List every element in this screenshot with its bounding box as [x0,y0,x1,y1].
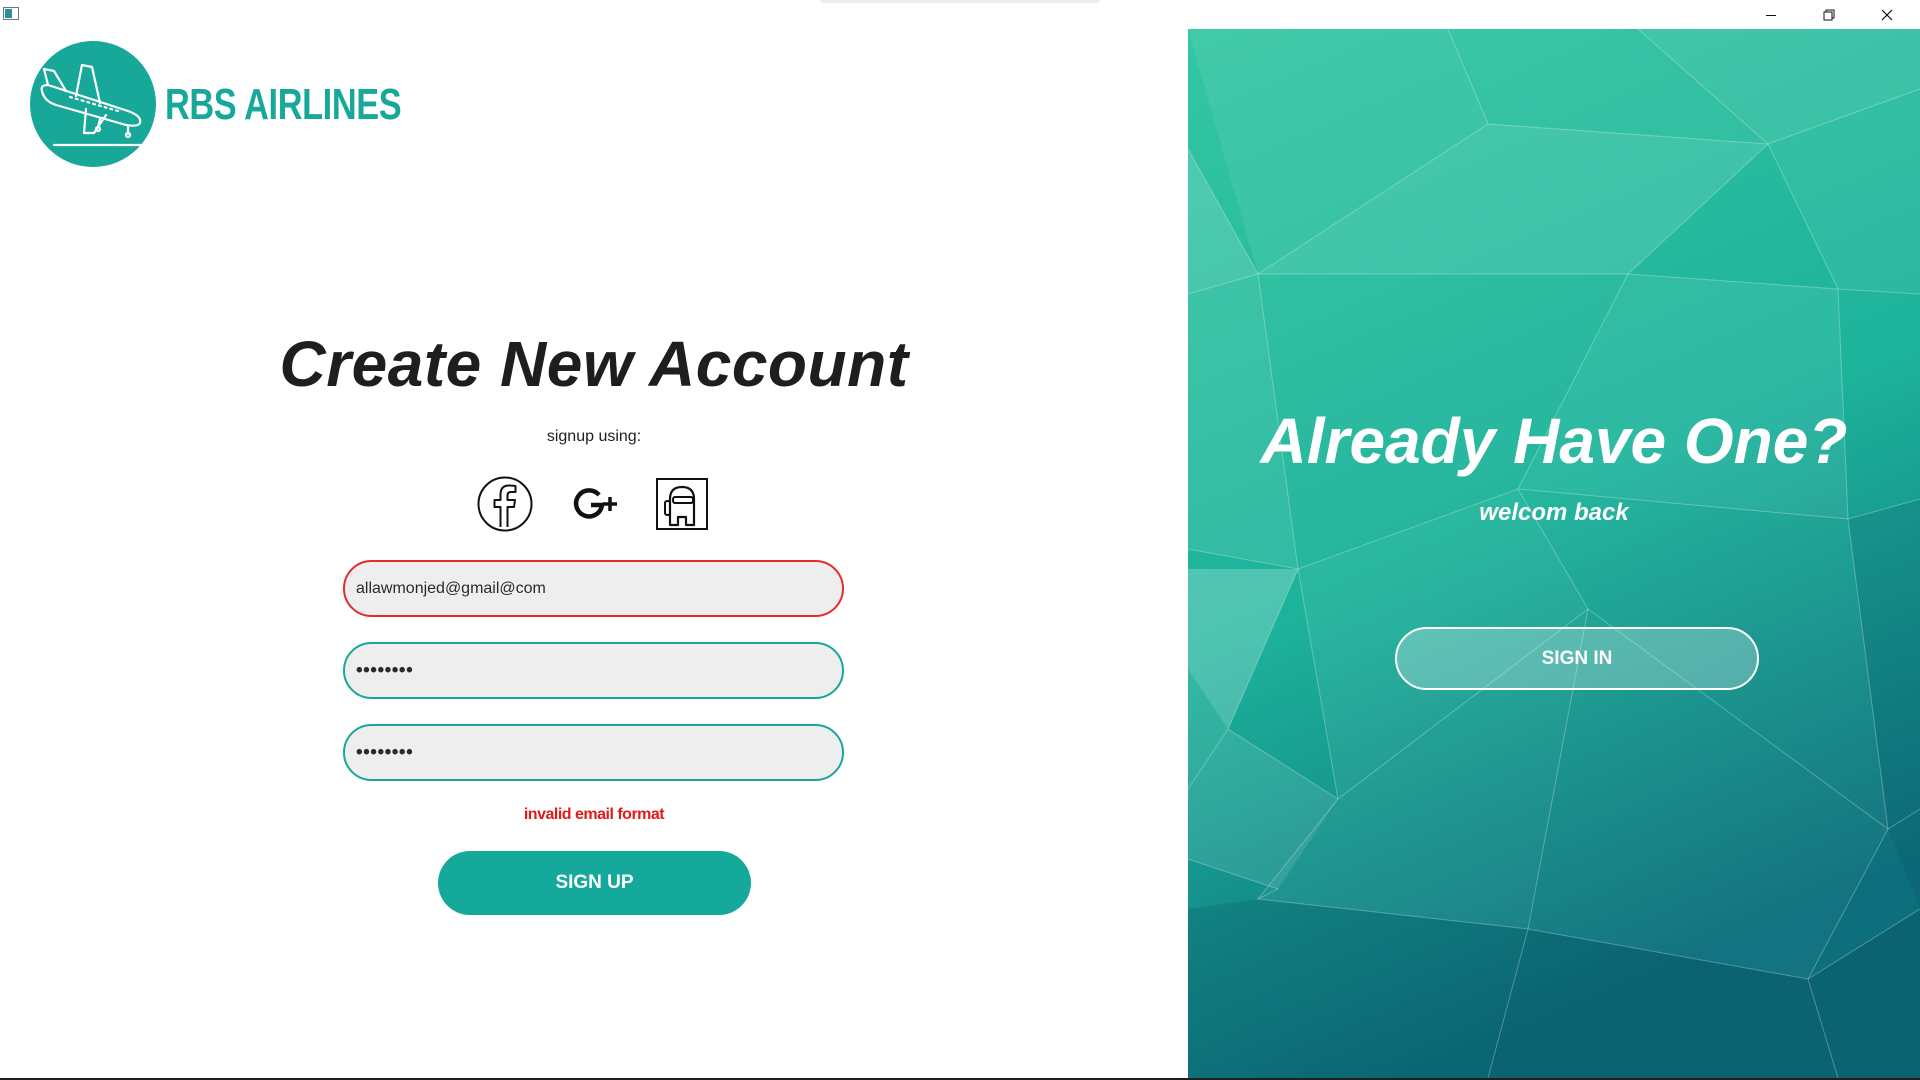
email-field-value: allawmonjed@gmail@com [356,579,546,597]
google-plus-signup-button[interactable] [564,475,622,533]
restore-button[interactable] [1800,0,1858,29]
minimize-button[interactable] [1742,0,1800,29]
app-icon [3,7,19,20]
airplane-landing-icon [40,63,148,147]
facebook-icon [477,476,533,532]
sign-in-subtitle: welcom back [1479,499,1629,526]
email-error-message: invalid email format [523,806,665,823]
facebook-signup-button[interactable] [476,475,534,533]
brand-logo [30,41,156,167]
confirm-password-field-value: •••••••• [356,741,414,763]
title-strip [820,0,1100,3]
sign-up-button[interactable]: SIGN UP [438,851,751,915]
sign-in-button[interactable]: SIGN IN [1395,627,1759,690]
email-field[interactable]: allawmonjed@gmail@com [343,560,844,617]
close-icon [1881,9,1893,20]
page-title: Create New Account [279,328,909,400]
among-us-icon [656,478,708,530]
sign-in-title: Already Have One? [1260,405,1848,477]
window-titlebar [0,0,1920,29]
sign-in-panel: Already Have One? welcom back SIGN IN [1188,29,1920,1078]
confirm-password-field[interactable]: •••••••• [343,724,844,781]
password-field[interactable]: •••••••• [343,642,844,699]
minimize-icon [1766,14,1776,16]
brand-name: RBS AIRLINES [165,80,402,129]
password-field-value: •••••••• [356,659,414,681]
restore-icon [1823,9,1835,20]
close-button[interactable] [1858,0,1916,29]
signup-using-label: signup using: [546,428,642,445]
among-us-signup-button[interactable] [653,475,711,533]
google-plus-icon [573,488,617,519]
polygon-background [1188,29,1920,1078]
